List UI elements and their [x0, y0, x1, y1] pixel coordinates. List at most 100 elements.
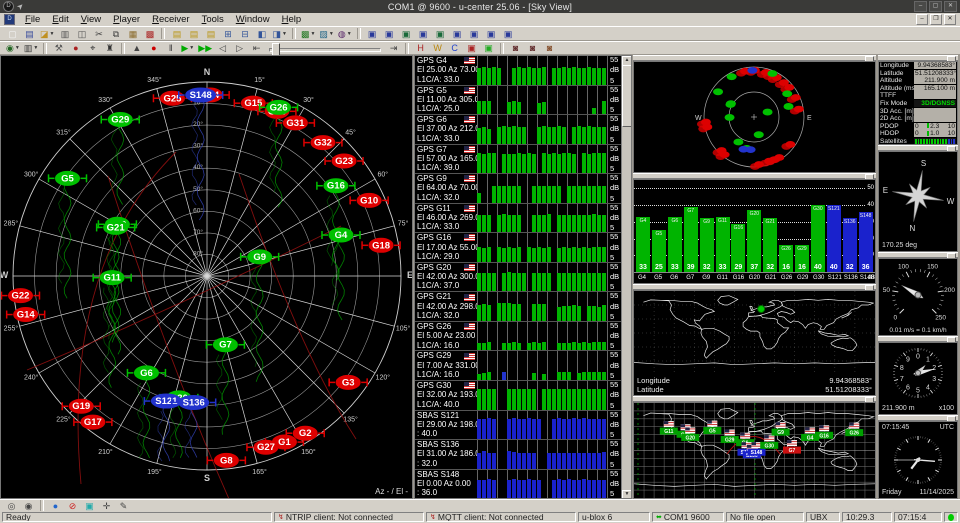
- mdi-close-button[interactable]: ✕: [944, 14, 956, 25]
- reset-red-button[interactable]: ▣: [464, 41, 479, 55]
- new-file-button[interactable]: ▢: [5, 27, 20, 41]
- docked-view-8-button[interactable]: ▣: [484, 27, 499, 41]
- camera-view-button[interactable]: ◍▼: [337, 27, 353, 41]
- child-window-icon[interactable]: D: [4, 14, 15, 25]
- pause-button[interactable]: ‖: [163, 41, 178, 55]
- scroll-down-button[interactable]: ▼: [622, 490, 632, 499]
- step-back-button[interactable]: ◁: [215, 41, 230, 55]
- signal-list-row-G9[interactable]: GPS G9El 64.00 Az 70.00L1C/A: 32.055dB5: [415, 174, 631, 204]
- signal-list-row-G11[interactable]: GPS G11El 46.00 Az 269.00L1C/A: 33.055dB…: [415, 204, 631, 234]
- dropdown-arrow-icon[interactable]: ▼: [50, 28, 55, 40]
- menu-item-edit[interactable]: Edit: [46, 14, 74, 25]
- dropdown-arrow-icon[interactable]: ▼: [347, 28, 352, 40]
- step-forward-button[interactable]: ▷: [232, 41, 247, 55]
- print-button[interactable]: ▥: [57, 27, 72, 41]
- capture-3-button[interactable]: ◙: [542, 41, 557, 55]
- menu-item-player[interactable]: Player: [107, 14, 146, 25]
- docked-view-6-button[interactable]: ▣: [450, 27, 465, 41]
- skip-end-button[interactable]: ⇥: [386, 41, 401, 55]
- reset-green-button[interactable]: ▣: [481, 41, 496, 55]
- chart-view-button[interactable]: ▨▼: [318, 27, 334, 41]
- dropdown-arrow-icon[interactable]: ▼: [329, 28, 334, 40]
- app-icon[interactable]: D: [3, 1, 14, 12]
- docked-view-7-button[interactable]: ▣: [467, 27, 482, 41]
- view-dropdown-button[interactable]: ◉▼: [5, 41, 21, 55]
- u-center-window: D ➤ COM1 @ 9600 - u-center 25.06 - [Sky …: [0, 0, 960, 523]
- signal-list-row-G4[interactable]: GPS G4El 25.00 Az 73.00L1C/A: 33.055dB5: [415, 56, 631, 86]
- signal-list-row-G21[interactable]: GPS G21El 42.00 Az 298.00L1C/A: 32.055dB…: [415, 292, 631, 322]
- eject-button[interactable]: ▲: [129, 41, 144, 55]
- docked-view-1-button[interactable]: ▣: [365, 27, 380, 41]
- mdi-restore-button[interactable]: ❐: [930, 14, 942, 25]
- docked-view-3-button[interactable]: ▣: [399, 27, 414, 41]
- docked-view-5-button[interactable]: ▣: [433, 27, 448, 41]
- history-bar: [572, 453, 576, 469]
- scroll-thumb[interactable]: [622, 65, 632, 127]
- menu-item-tools[interactable]: Tools: [196, 14, 230, 25]
- configuration-view-button[interactable]: ⊟: [237, 27, 252, 41]
- menu-item-help[interactable]: Help: [276, 14, 308, 25]
- binary-console-button[interactable]: ▤: [186, 27, 201, 41]
- signal-list-row-S136[interactable]: SBAS S136El 31.00 Az 186.00: 32.055dB5: [415, 440, 631, 470]
- menu-item-receiver[interactable]: Receiver: [146, 14, 196, 25]
- signal-list-row-G29[interactable]: GPS G29El 7.00 Az 331.00L1C/A: 16.055dB5: [415, 351, 631, 381]
- alarm-button[interactable]: ●: [68, 41, 83, 55]
- player-position-slider[interactable]: [269, 43, 381, 54]
- signal-list-scrollbar[interactable]: ▲ ▼: [621, 56, 631, 499]
- map-view-button[interactable]: ▩▼: [300, 27, 316, 41]
- dropdown-arrow-icon[interactable]: ▼: [189, 42, 194, 54]
- print-preview-button[interactable]: ◫: [74, 27, 89, 41]
- maximize-button[interactable]: ▢: [929, 1, 942, 12]
- menu-item-file[interactable]: File: [19, 14, 46, 25]
- signal-list-row-G5[interactable]: GPS G5El 11.00 Az 305.00L1C/A: 25.055dB5: [415, 86, 631, 116]
- docked-view-2-button[interactable]: ▣: [382, 27, 397, 41]
- signal-list-row-S121[interactable]: SBAS S121El 29.00 Az 198.00: 40.055dB5: [415, 411, 631, 441]
- dropdown-arrow-icon[interactable]: ▼: [15, 42, 20, 54]
- capture-1-button[interactable]: ◙: [508, 41, 523, 55]
- baudrate-dropdown-button[interactable]: ▥▼: [23, 41, 39, 55]
- signal-list-row-S148[interactable]: SBAS S148El 0.00 Az 0.00: 36.055dB5: [415, 470, 631, 499]
- signal-list-row-G16[interactable]: GPS G16El 17.00 Az 55.00L1C/A: 29.055dB5: [415, 233, 631, 263]
- slider-thumb[interactable]: [272, 43, 280, 56]
- signal-list-row-G6[interactable]: GPS G6El 37.00 Az 212.00L1C/A: 33.055dB5: [415, 115, 631, 145]
- skip-start-button[interactable]: ⇤: [249, 41, 264, 55]
- docked-view-9-button[interactable]: ▣: [501, 27, 516, 41]
- cut-button[interactable]: ✂: [91, 27, 106, 41]
- mdi-minimize-button[interactable]: –: [916, 14, 928, 25]
- minimize-button[interactable]: –: [914, 1, 927, 12]
- text-console-button[interactable]: ▤: [203, 27, 218, 41]
- history-bar: [477, 193, 481, 203]
- signal-list-row-G7[interactable]: GPS G7El 57.00 Az 165.00L1C/A: 39.055dB5: [415, 145, 631, 175]
- warm-start-button[interactable]: W: [430, 41, 445, 55]
- open-file-button[interactable]: ◪▼: [39, 27, 55, 41]
- color-scheme-button[interactable]: ▩: [142, 27, 157, 41]
- pin-icon[interactable]: ➤: [15, 1, 26, 12]
- table-view-button[interactable]: ◨▼: [271, 27, 287, 41]
- hot-start-button[interactable]: H: [413, 41, 428, 55]
- menu-item-view[interactable]: View: [75, 14, 107, 25]
- antenna-button[interactable]: ⌖: [85, 41, 100, 55]
- packet-console-button[interactable]: ▤: [169, 27, 184, 41]
- cold-start-button[interactable]: C: [447, 41, 462, 55]
- receiver-config-button[interactable]: ⚒: [51, 41, 66, 55]
- signal-list-row-G30[interactable]: GPS G30El 32.00 Az 193.00L1C/A: 40.055dB…: [415, 381, 631, 411]
- close-button[interactable]: ✕: [944, 1, 957, 12]
- fast-forward-button[interactable]: ▶▶: [197, 41, 213, 55]
- copy-button[interactable]: ⧉: [108, 27, 123, 41]
- docked-view-4-button[interactable]: ▣: [416, 27, 431, 41]
- firmware-update-button[interactable]: ♜: [102, 41, 117, 55]
- messages-view-button[interactable]: ⊞: [220, 27, 235, 41]
- menu-item-window[interactable]: Window: [230, 14, 276, 25]
- capture-2-button[interactable]: ◙: [525, 41, 540, 55]
- info-row-pdop: PDOP02.310: [879, 122, 957, 130]
- play-button[interactable]: ▶▼: [180, 41, 195, 55]
- save-file-button[interactable]: ▤: [22, 27, 37, 41]
- record-button[interactable]: ●: [146, 41, 161, 55]
- dropdown-arrow-icon[interactable]: ▼: [310, 28, 315, 40]
- signal-list-row-G20[interactable]: GPS G20El 42.00 Az 300.00L1C/A: 37.055dB…: [415, 263, 631, 293]
- paste-button[interactable]: ▦: [125, 27, 140, 41]
- statistic-view-button[interactable]: ◧: [254, 27, 269, 41]
- dropdown-arrow-icon[interactable]: ▼: [33, 42, 38, 54]
- signal-list-row-G26[interactable]: GPS G26El 5.00 Az 23.00L1C/A: 16.055dB5: [415, 322, 631, 352]
- dropdown-arrow-icon[interactable]: ▼: [282, 28, 287, 40]
